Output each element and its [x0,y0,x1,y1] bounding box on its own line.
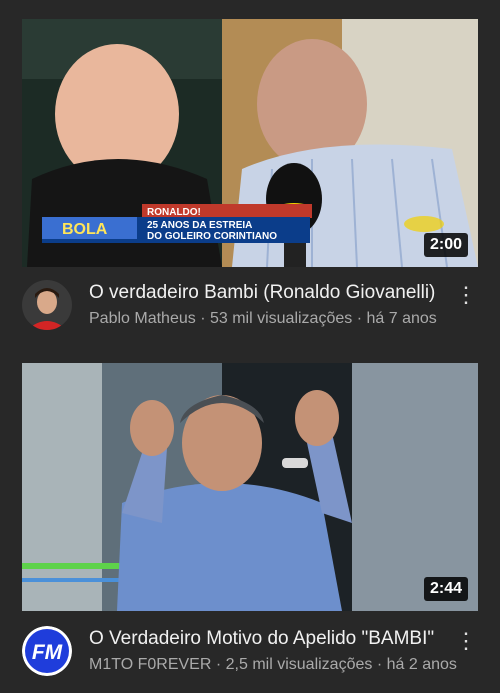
overlay-logo: BOLA [62,221,108,238]
meta-separator: · [215,656,222,673]
video-duration-2: 2:44 [423,577,468,601]
view-count-2: 2,5 mil visualizações [225,656,373,673]
avatar-text: FM [32,641,63,664]
more-options-icon[interactable]: ⋮ [454,280,478,310]
meta-separator: · [200,310,206,327]
video-thumbnail-2[interactable]: 2:44 [22,363,478,611]
channel-avatar-1[interactable] [22,280,72,330]
video-subtitle-1: Pablo Matheus · 53 mil visualizações · h… [89,310,459,328]
video-title-2[interactable]: O Verdadeiro Motivo do Apelido "BAMBI" [89,628,449,650]
video-meta-1: O verdadeiro Bambi (Ronaldo Giovanelli) … [22,280,478,340]
overlay-line-1: 25 ANOS DA ESTREIA [147,220,252,231]
overlay-name: RONALDO! [147,207,201,218]
video-title-1[interactable]: O verdadeiro Bambi (Ronaldo Giovanelli) [89,282,449,304]
view-count-1: 53 mil visualizações [209,310,353,327]
overlay-line-2: DO GOLEIRO CORINTIANO [147,231,277,242]
meta-separator: · [356,310,363,327]
avatar-icon [22,280,72,330]
thumbnail-image-1: RONALDO! 25 ANOS DA ESTREIA DO GOLEIRO C… [22,19,478,267]
upload-age-2: há 2 anos [386,656,457,673]
fm-logo-icon: FM [22,626,72,676]
upload-age-1: há 7 anos [366,310,437,327]
video-thumbnail-1[interactable]: RONALDO! 25 ANOS DA ESTREIA DO GOLEIRO C… [22,19,478,267]
channel-name-1[interactable]: Pablo Matheus [89,310,196,327]
video-duration-1: 2:00 [423,233,468,257]
video-meta-2: FM O Verdadeiro Motivo do Apelido "BAMBI… [22,626,478,686]
channel-avatar-2[interactable]: FM [22,626,72,676]
more-options-icon[interactable]: ⋮ [454,626,478,656]
thumbnail-image-2 [22,363,478,611]
channel-name-2[interactable]: M1TO F0REVER [89,656,211,673]
video-subtitle-2: M1TO F0REVER · 2,5 mil visualizações · h… [89,656,459,674]
meta-separator: · [376,656,383,673]
